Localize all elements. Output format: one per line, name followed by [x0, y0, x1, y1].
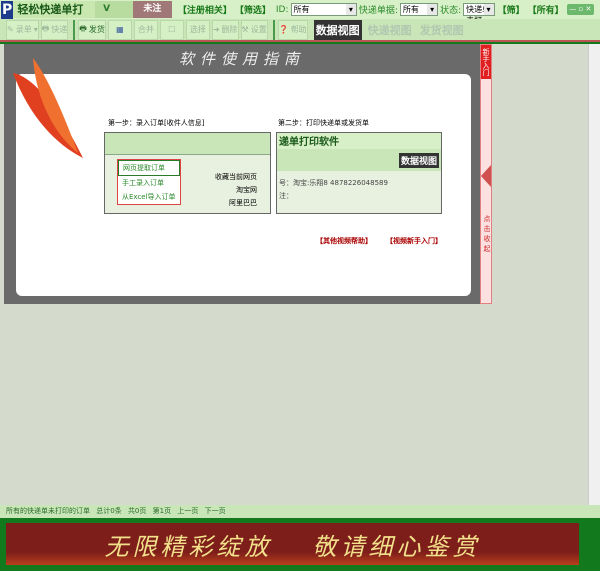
step2-screenshot[interactable]: 递单打印软件 数据视图 号：淘宝:乐翔8 4878226048589 注：	[276, 132, 442, 214]
filter-link[interactable]: 【筛选】	[235, 3, 271, 16]
courier-select[interactable]: 所有	[399, 3, 439, 16]
checkbox-icon: ☐	[168, 25, 176, 34]
app-name: 轻松快递单打印软件	[13, 1, 96, 33]
shot1-text: 收藏当前网页	[215, 173, 257, 181]
tab-courier-view[interactable]: 快递视图	[366, 20, 414, 40]
export-icon: ➜	[212, 25, 220, 34]
version-label: V 4.18	[95, 1, 134, 31]
other-video-help-link[interactable]: 【其他视频帮助】	[316, 236, 372, 246]
tab-data-view[interactable]: 数据视图	[313, 19, 362, 40]
vertical-scrollbar[interactable]	[588, 44, 600, 505]
next-page-link[interactable]: 下一页	[205, 507, 226, 515]
banner-left-text: 无限精彩绽放	[104, 532, 273, 561]
ship-button[interactable]: 🖶 发货	[78, 19, 106, 40]
courier-button[interactable]: 🖶 快递	[40, 19, 69, 40]
calendar-button[interactable]: ▦	[107, 19, 132, 40]
screen-link[interactable]: 【筛】	[498, 3, 525, 16]
id-select[interactable]: 所有	[290, 3, 357, 16]
step2-label: 第二步：打印快递单或发货单	[278, 119, 369, 127]
separator	[73, 19, 76, 40]
merge-button[interactable]: 合并	[133, 19, 158, 40]
register-link[interactable]: 【注册相关】	[178, 3, 232, 16]
status-total: 总计0条	[96, 507, 122, 515]
id-label: ID:	[275, 4, 289, 15]
collapse-label[interactable]: 点击收起	[482, 215, 492, 255]
prev-page-link[interactable]: 上一页	[177, 507, 198, 515]
app-logo-icon: P	[1, 0, 14, 19]
separator	[272, 19, 275, 40]
settings-button[interactable]: ⚒ 设置	[240, 19, 268, 40]
status-pages: 共0页	[127, 507, 147, 515]
status-label: 状态:	[440, 6, 462, 16]
video-intro-link[interactable]: 【视频新手入门】	[386, 236, 442, 246]
shot2-title: 递单打印软件	[277, 133, 441, 149]
printer-icon: 🖶	[79, 23, 87, 33]
status-select[interactable]: 快递单未打	[463, 3, 495, 25]
feather-icon	[13, 58, 83, 158]
shot1-text: 淘宝网	[236, 186, 257, 194]
newbie-intro-tab[interactable]: 新手入门	[481, 45, 491, 79]
toolbar: ✎ 录单 ▾ 🖶 快递 🖶 发货 ▦ 合并 ☐ 选择 ➜ 删除 ⚒ 设置 ❓ 帮助 数据视图…	[0, 19, 600, 42]
menu-web-extract: 网页提取订单	[118, 160, 180, 176]
menu-manual-entry: 手工录入订单	[122, 179, 164, 187]
window-controls[interactable]: — ▫ ✕	[566, 4, 594, 15]
printer-icon: 🖶	[41, 23, 50, 33]
main-area: 软件使用指南 第一步：录入订单[收件人信息] 第二步：打印快递单或发货单 网页提…	[0, 44, 588, 505]
courier-label: 快递单据:	[358, 6, 398, 16]
help-icon: ❓	[278, 25, 289, 34]
unregistered-badge[interactable]: 未注册	[133, 1, 172, 31]
shot1-text: 阿里巴巴	[229, 199, 257, 207]
status-bar: 所有的快递单未打印的订单 总计0条 共0页 第1页 上一页 下一页	[0, 505, 600, 518]
select-button[interactable]: 选择	[185, 19, 210, 40]
shot2-text: 注：	[279, 192, 293, 200]
tools-icon: ⚒	[241, 25, 249, 34]
collapse-arrow-icon[interactable]	[481, 165, 491, 187]
step1-label: 第一步：录入订单[收件人信息]	[108, 119, 205, 127]
menu-excel-import: 从Excel导入订单	[122, 193, 176, 201]
checkbox-button[interactable]: ☐	[159, 19, 184, 40]
entry-icon: ✎	[7, 25, 14, 34]
ad-banner[interactable]: 无限精彩绽放 敬请细心鉴赏	[6, 523, 579, 565]
banner-right-text: 敬请细心鉴赏	[312, 532, 481, 561]
status-text: 所有的快递单未打印的订单	[6, 507, 90, 515]
delete-button[interactable]: ➜ 删除	[211, 19, 239, 40]
guide-panel: 软件使用指南 第一步：录入订单[收件人信息] 第二步：打印快递单或发货单 网页提…	[4, 44, 480, 304]
entry-button[interactable]: ✎ 录单 ▾	[6, 19, 39, 40]
status-page: 第1页	[152, 507, 172, 515]
step1-screenshot[interactable]: 网页提取订单 手工录入订单 从Excel导入订单 收藏当前网页 淘宝网 阿里巴巴	[104, 132, 271, 214]
calendar-icon: ▦	[116, 25, 124, 34]
help-button[interactable]: ❓ 帮助	[277, 19, 308, 40]
tab-ship-view[interactable]: 发货视图	[418, 20, 466, 40]
all-link[interactable]: 【所有】	[528, 3, 564, 16]
title-bar: P 轻松快递单打印软件 V 4.18 未注册 【注册相关】 【筛选】 ID: 所…	[0, 0, 600, 33]
shot2-text: 号：淘宝:乐翔8 4878226048589	[279, 179, 388, 187]
shot2-tab: 数据视图	[398, 153, 439, 168]
newbie-sidebar[interactable]: 新手入门 点击收起	[480, 44, 492, 304]
